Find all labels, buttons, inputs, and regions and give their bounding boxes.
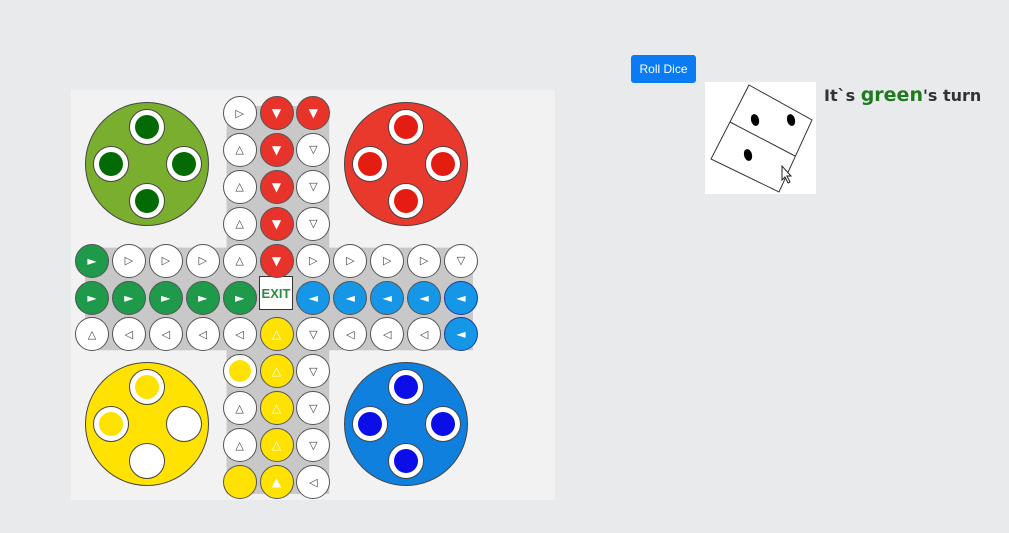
- yellow-pawn[interactable]: [228, 360, 251, 383]
- board-cell-white[interactable]: ◁: [222, 317, 257, 352]
- board-cell-green[interactable]: ►: [75, 243, 109, 278]
- blue-pawn[interactable]: [394, 375, 418, 399]
- board-cell-blue[interactable]: ◄: [444, 280, 478, 315]
- board-cell-white[interactable]: ▽: [444, 243, 478, 278]
- board-cell-yellow[interactable]: △: [259, 391, 294, 426]
- board-cell-red[interactable]: ▼: [259, 132, 294, 167]
- blue-home-yard: [344, 362, 468, 486]
- roll-dice-button[interactable]: Roll Dice: [631, 55, 696, 83]
- board-cell-green[interactable]: ►: [111, 280, 146, 315]
- blue-home-spot[interactable]: [425, 406, 461, 442]
- red-home-spot[interactable]: [425, 146, 461, 182]
- yellow-pawn[interactable]: [135, 375, 159, 399]
- green-home-spot[interactable]: [166, 146, 202, 182]
- yellow-home-spot[interactable]: [166, 406, 202, 442]
- board-cell-blue[interactable]: ◄: [296, 280, 331, 315]
- yellow-home-spot[interactable]: [129, 369, 165, 405]
- red-home-spot[interactable]: [352, 146, 388, 182]
- turn-indicator: It`s green's turn: [824, 84, 981, 106]
- board-cell-white[interactable]: ▷: [370, 243, 405, 278]
- turn-player: green: [860, 84, 923, 106]
- board-cell-yellow[interactable]: △: [259, 354, 294, 389]
- blue-home-spot[interactable]: [388, 369, 424, 405]
- board-cell-white[interactable]: ▷: [333, 243, 368, 278]
- turn-suffix: 's turn: [922, 86, 982, 105]
- dice-icon: [710, 84, 813, 193]
- board-cell-red[interactable]: ▼: [259, 169, 294, 204]
- red-pawn[interactable]: [431, 152, 455, 176]
- green-pawn[interactable]: [135, 189, 159, 213]
- board-cell-white[interactable]: △: [222, 132, 257, 167]
- board-cell-green[interactable]: ►: [222, 280, 257, 315]
- blue-home-spot[interactable]: [388, 443, 424, 479]
- board-cell-yellow[interactable]: [222, 465, 257, 499]
- ludo-board: EXIT ▷ ▼ ▼ △ ▼ ▽ △ ▼ ▽ △ ▼ ▽ ► ▷ ▷ ▷ △ ▼ ▷ ▷ ▷ ▷ ▽ ► ► ► ► ► ◄ ◄ ◄ ◄ ◄ △ ◁…: [71, 90, 555, 500]
- board-cell-white[interactable]: ◁: [185, 317, 220, 352]
- board-cell-yellow[interactable]: △: [259, 317, 294, 352]
- board-cell-red[interactable]: ▼: [259, 243, 294, 278]
- green-pawn[interactable]: [99, 152, 123, 176]
- board-cell-green[interactable]: ►: [185, 280, 220, 315]
- board-cell-white[interactable]: ▷: [407, 243, 442, 278]
- board-cell-white[interactable]: △: [222, 169, 257, 204]
- board-cell-red[interactable]: ▼: [259, 96, 294, 130]
- blue-pawn[interactable]: [431, 412, 455, 436]
- turn-prefix: It`s: [824, 86, 861, 105]
- board-cell-white[interactable]: ◁: [148, 317, 183, 352]
- green-home-yard: [85, 102, 209, 226]
- red-pawn[interactable]: [358, 152, 382, 176]
- board-cell-yellow[interactable]: △: [259, 428, 294, 463]
- board-cell-white[interactable]: [222, 354, 257, 389]
- exit-square[interactable]: EXIT: [259, 276, 293, 310]
- red-pawn[interactable]: [394, 189, 418, 213]
- green-pawn[interactable]: [135, 115, 159, 139]
- board-cell-white[interactable]: △: [222, 391, 257, 426]
- red-pawn[interactable]: [394, 115, 418, 139]
- red-home-spot[interactable]: [388, 109, 424, 145]
- board-cell-white[interactable]: △: [222, 428, 257, 463]
- red-home-yard: [344, 102, 468, 226]
- green-home-spot[interactable]: [129, 183, 165, 219]
- board-cell-white[interactable]: △: [222, 206, 257, 241]
- board-cell-blue[interactable]: ◄: [407, 280, 442, 315]
- green-home-spot[interactable]: [93, 146, 129, 182]
- board-cell-white[interactable]: ▷: [148, 243, 183, 278]
- yellow-pawn[interactable]: [99, 412, 123, 436]
- yellow-home-spot[interactable]: [129, 443, 165, 479]
- green-home-spot[interactable]: [129, 109, 165, 145]
- board-cell-white[interactable]: ▷: [111, 243, 146, 278]
- board-cell-green[interactable]: ►: [75, 280, 109, 315]
- blue-home-spot[interactable]: [352, 406, 388, 442]
- board-cell-blue[interactable]: ◄: [370, 280, 405, 315]
- board-cell-white[interactable]: ▷: [185, 243, 220, 278]
- dice-panel[interactable]: [705, 82, 816, 194]
- blue-pawn[interactable]: [394, 449, 418, 473]
- board-cell-white[interactable]: ▷: [296, 243, 331, 278]
- board-cell-green[interactable]: ►: [148, 280, 183, 315]
- yellow-home-spot[interactable]: [93, 406, 129, 442]
- board-cell-yellow[interactable]: ▲: [259, 465, 294, 499]
- board-cell-white[interactable]: ▽: [296, 206, 331, 241]
- board-cell-white[interactable]: △: [222, 243, 257, 278]
- red-home-spot[interactable]: [388, 183, 424, 219]
- board-cell-blue[interactable]: ◄: [333, 280, 368, 315]
- board-cell-white[interactable]: ▽: [296, 169, 331, 204]
- board-cell-white[interactable]: ▷: [222, 96, 257, 130]
- board-cell-red[interactable]: ▼: [259, 206, 294, 241]
- green-pawn[interactable]: [172, 152, 196, 176]
- yellow-home-yard: [85, 362, 209, 486]
- blue-pawn[interactable]: [358, 412, 382, 436]
